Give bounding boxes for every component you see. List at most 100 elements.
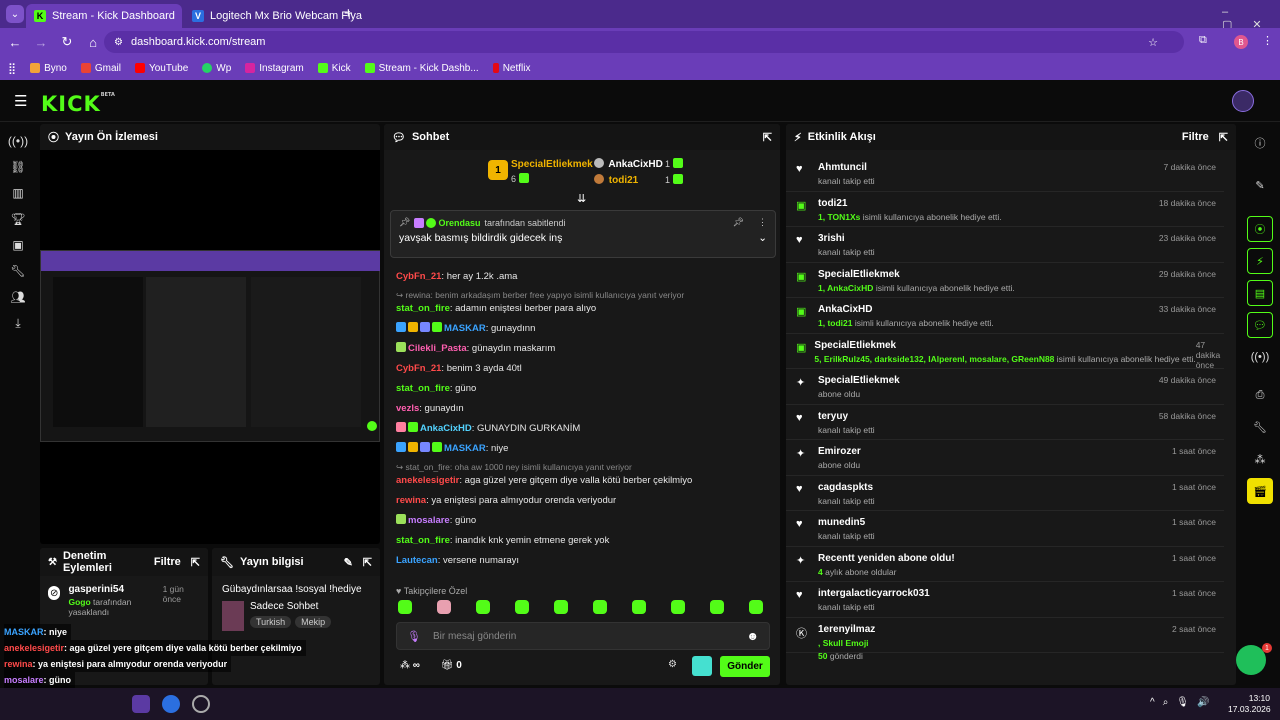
bookmark-gmail[interactable]: Gmail xyxy=(80,63,121,74)
document-icon[interactable]: ▤ xyxy=(1247,280,1273,306)
gift-box-icon[interactable]: 🎁︎ xyxy=(441,660,454,671)
taskbar-app-icon[interactable] xyxy=(162,695,180,713)
chat-input[interactable]: 🎙︎ Bir mesaj gönderin ☻ xyxy=(396,622,770,650)
broadcast-icon[interactable]: ((•)) xyxy=(1247,344,1273,370)
bookmark-youtube[interactable]: YouTube xyxy=(134,63,188,74)
chat-username[interactable]: Cilekli_Pasta xyxy=(408,343,467,354)
popout-icon[interactable]: ⇱ xyxy=(191,556,200,569)
new-tab-button[interactable]: + xyxy=(344,5,353,22)
chat-username[interactable]: CybFn_21 xyxy=(396,363,441,374)
moderator-shield-icon[interactable] xyxy=(692,656,712,676)
chat-username[interactable]: CybFn_21 xyxy=(396,271,441,282)
tab-search-icon[interactable]: ⌄ xyxy=(6,5,24,23)
wrench-icon[interactable]: 🔧︎ xyxy=(1247,414,1273,440)
chat-username[interactable]: anekelesigetir xyxy=(396,475,459,486)
nav-upload-icon[interactable]: ⤓ xyxy=(0,310,36,336)
emote-icon[interactable] xyxy=(515,600,529,614)
user-avatar[interactable] xyxy=(1232,90,1254,112)
home-icon[interactable]: ⌂ xyxy=(82,31,104,53)
emote-icon[interactable] xyxy=(437,600,451,614)
extensions-icon[interactable]: ⧉ xyxy=(1199,34,1207,47)
collapse-leaderboard-icon[interactable]: ⇊ xyxy=(577,192,586,205)
popout-icon[interactable]: ⇱ xyxy=(1219,131,1228,144)
popout-icon[interactable]: ⇱ xyxy=(763,131,772,144)
tray-icons[interactable]: ^⌕🎙︎🔊 xyxy=(1150,697,1217,708)
chat-username[interactable]: stat_on_fire xyxy=(396,383,450,394)
moderation-filter-button[interactable]: Filtre xyxy=(154,556,181,568)
reload-icon[interactable]: ↻ xyxy=(56,31,78,53)
chat-username[interactable]: mosalare xyxy=(408,515,450,526)
expand-icon[interactable]: ⌄ xyxy=(758,232,767,244)
chat-username[interactable]: rewina xyxy=(396,495,426,506)
printer-icon[interactable]: ⎙ xyxy=(1247,382,1273,408)
activity-item[interactable]: ▣ AnkaCixHD 1, todi21 isimli kullanıcıya a… xyxy=(786,298,1224,334)
tab-kick-dashboard[interactable]: K Stream - Kick Dashboard ✕ xyxy=(26,4,182,28)
activity-item[interactable]: ✦ Emirozer abone oldu 1 saat önce xyxy=(786,440,1224,476)
activity-filter-button[interactable]: Filtre xyxy=(1182,131,1209,143)
activity-item[interactable]: ♥ teryuy kanalı takip etti 58 dakika önce xyxy=(786,405,1224,440)
unpin-icon[interactable]: 📌︎ xyxy=(733,217,744,228)
bookmark-stream[interactable]: Stream - Kick Dashb... xyxy=(364,63,479,74)
nav-trophy-icon[interactable]: 🏆︎ xyxy=(0,206,36,232)
taskbar-app-icon[interactable] xyxy=(132,695,150,713)
apps-grid-icon[interactable]: ⣿ xyxy=(8,62,16,75)
emote-icon[interactable] xyxy=(710,600,724,614)
taskbar-obs-icon[interactable] xyxy=(192,695,210,713)
nav-stream-icon[interactable]: ((•)) xyxy=(0,128,36,154)
nav-link-icon[interactable]: ⛓ xyxy=(0,154,36,180)
clapper-icon[interactable]: 🎬︎ xyxy=(1247,478,1273,504)
chat-username[interactable]: vezls xyxy=(396,403,419,414)
hamburger-menu-icon[interactable]: ☰ xyxy=(14,92,27,110)
edit-icon[interactable]: ✎ xyxy=(344,556,353,569)
emoji-icon[interactable]: ☻ xyxy=(746,629,759,643)
chat-username[interactable]: AnkaCixHD xyxy=(420,423,472,434)
emote-icon[interactable] xyxy=(632,600,646,614)
menu-icon[interactable]: ⋮ xyxy=(1262,34,1273,47)
bookmark-star-icon[interactable]: ☆ xyxy=(1148,36,1158,49)
emote-icon[interactable] xyxy=(671,600,685,614)
nav-users-icon[interactable]: 👥︎ xyxy=(0,284,36,310)
emote-icon[interactable] xyxy=(749,600,763,614)
activity-item[interactable]: ♥ intergalacticyarrock031 kanalı takip ett… xyxy=(786,582,1224,618)
bookmark-kick[interactable]: Kick xyxy=(317,63,351,74)
activity-item[interactable]: ♥ 3rishi kanalı takip etti 23 dakika önce xyxy=(786,227,1224,263)
chat-username[interactable]: Lautecan xyxy=(396,555,438,566)
nav-tools-icon[interactable]: 🔧︎ xyxy=(0,258,36,284)
activity-item[interactable]: ▣ SpecialEtliekmek 1, AnkaCixHD isimli kul… xyxy=(786,263,1224,298)
bookmark-netflix[interactable]: Netflix xyxy=(492,63,530,74)
nav-video-icon[interactable]: ▣ xyxy=(0,232,36,258)
tab-logitech[interactable]: V Logitech Mx Brio Webcam Fiya ✕ xyxy=(184,4,362,28)
lightning-icon[interactable]: ⚡︎ xyxy=(1247,248,1273,274)
chat-username[interactable]: stat_on_fire xyxy=(396,535,450,546)
activity-item[interactable]: Ⓚ 1erenyilmaz , Skull Emoji 50 gönderdi 2 s… xyxy=(786,618,1224,661)
kick-logo[interactable]: KICKBETA xyxy=(41,92,115,116)
leader-name[interactable]: todi21 xyxy=(609,175,638,186)
leader-name[interactable]: AnkaCixHD xyxy=(608,159,662,170)
site-info-icon[interactable]: ⚙ xyxy=(114,37,123,48)
emote-icon[interactable] xyxy=(554,600,568,614)
activity-item[interactable]: ✦ SpecialEtliekmek abone oldu 49 dakika önc… xyxy=(786,369,1224,405)
activity-item[interactable]: ▣ SpecialEtliekmek 5, ErilkRulz45, darksid… xyxy=(786,334,1224,370)
info-icon[interactable]: ⓘ xyxy=(1247,130,1273,156)
forward-icon[interactable]: → xyxy=(30,31,52,53)
back-icon[interactable]: ← xyxy=(4,31,26,53)
emote-icon[interactable] xyxy=(398,600,412,614)
activity-item[interactable]: ♥ Ahmtuncil kanalı takip etti 7 dakika önce xyxy=(786,156,1224,192)
mic-icon[interactable]: 🎙︎ xyxy=(407,630,421,643)
activity-item[interactable]: ♥ cagdaspkts kanalı takip etti 1 saat önce xyxy=(786,476,1224,511)
send-button[interactable]: Gönder xyxy=(720,656,770,677)
bookmark-byno[interactable]: Byno xyxy=(30,63,67,74)
profile-avatar[interactable]: B xyxy=(1234,35,1248,49)
activity-item[interactable]: ♥ munedin5 kanalı takip etti 1 saat önce xyxy=(786,511,1224,547)
popout-icon[interactable]: ⇱ xyxy=(363,556,372,569)
chat-settings-icon[interactable]: ⚙ xyxy=(668,659,677,670)
leader-name[interactable]: SpecialEtliekmek xyxy=(511,159,593,170)
bookmark-instagram[interactable]: Instagram xyxy=(245,63,304,74)
chat-username[interactable]: MASKAR xyxy=(444,443,486,454)
edit-icon[interactable]: ✎ xyxy=(1247,172,1273,198)
chat-icon[interactable]: 💬︎ xyxy=(1247,312,1273,338)
chat-username[interactable]: stat_on_fire xyxy=(396,303,450,314)
activity-item[interactable]: ▣ todi21 1, TON1Xs isimli kullanıcıya abon… xyxy=(786,192,1224,227)
more-options-icon[interactable]: ⋮ xyxy=(758,217,767,228)
camera-icon[interactable]: ⦿ xyxy=(1247,216,1273,242)
